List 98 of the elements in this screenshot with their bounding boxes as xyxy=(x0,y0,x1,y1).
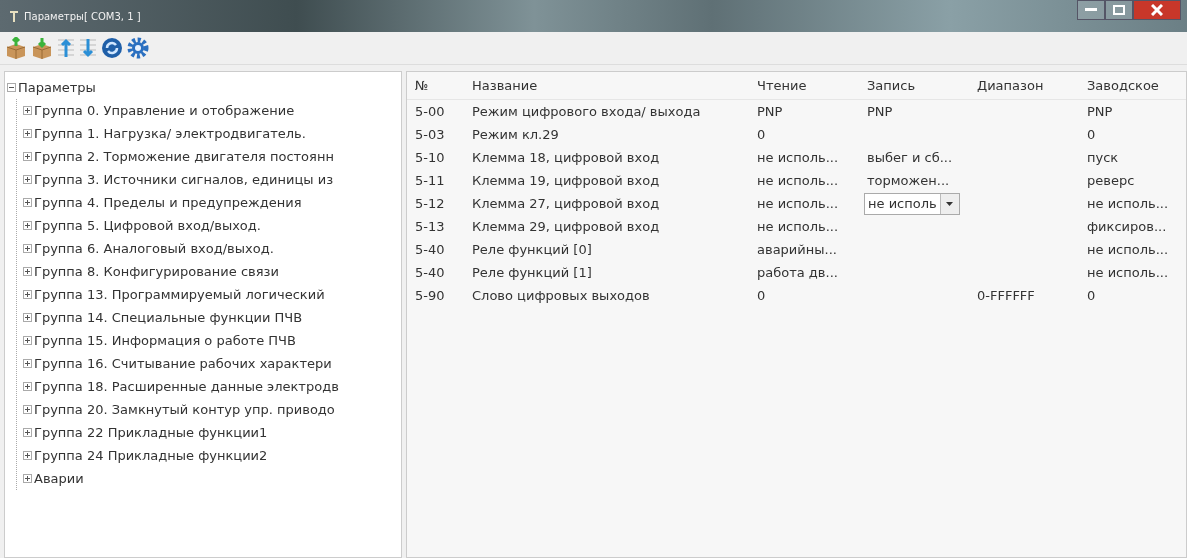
expand-icon[interactable] xyxy=(23,359,32,368)
expand-icon[interactable] xyxy=(23,382,32,391)
tree-item[interactable]: Группа 24 Прикладные функции2 xyxy=(34,448,268,463)
box-download-icon[interactable] xyxy=(30,36,54,60)
close-button[interactable] xyxy=(1133,0,1181,20)
collapse-icon[interactable] xyxy=(7,83,16,92)
tree-item[interactable]: Группа 18. Расширенные данные электродв xyxy=(34,379,339,394)
table-cell-text: 5-40 xyxy=(414,265,446,280)
table-cell-text: не исполь... xyxy=(1087,196,1170,211)
table-cell-text: не исполь... xyxy=(757,150,840,165)
column-header[interactable]: Заводское xyxy=(1087,78,1183,93)
settings-icon[interactable] xyxy=(126,36,150,60)
expand-icon[interactable] xyxy=(23,198,32,207)
expand-icon[interactable] xyxy=(23,221,32,230)
tree-item[interactable]: Группа 5. Цифровой вход/выход. xyxy=(34,218,261,233)
tree-item[interactable]: Группа 22 Прикладные функции1 xyxy=(34,425,268,440)
app-icon xyxy=(8,9,20,23)
tree-item[interactable]: Группа 16. Считывание рабочих характери xyxy=(34,356,332,371)
table-cell-text: 5-00 xyxy=(414,104,446,119)
table-cell-text: 0-FFFFFF xyxy=(977,288,1036,303)
expand-icon[interactable] xyxy=(23,405,32,414)
maximize-button[interactable] xyxy=(1105,0,1133,20)
column-header[interactable]: Чтение xyxy=(757,78,867,93)
caret-icon xyxy=(946,201,954,206)
table-cell-text: Клемма 18, цифровой вход xyxy=(472,150,661,165)
expand-icon[interactable] xyxy=(23,175,32,184)
table-cell-text: 0 xyxy=(1087,127,1097,142)
table-cell-text: PNP xyxy=(757,104,784,119)
expand-icon[interactable] xyxy=(23,313,32,322)
table-cell-text: 5-12 xyxy=(414,196,446,211)
expand-icon[interactable] xyxy=(23,451,32,460)
expand-icon[interactable] xyxy=(23,267,32,276)
table-cell-text: 0 xyxy=(1087,288,1097,303)
table-cell-text: Режим цифрового входа/ выхода xyxy=(472,104,702,119)
tree-item[interactable]: Группа 8. Конфигурирование связи xyxy=(34,264,279,279)
expand-icon[interactable] xyxy=(23,336,32,345)
table-cell-text: 5-03 xyxy=(414,127,446,142)
table-cell-text: торможен... xyxy=(867,173,951,188)
table-cell-text: Слово цифровых выходов xyxy=(472,288,651,303)
tree-item[interactable]: Группа 4. Пределы и предупреждения xyxy=(34,195,302,210)
table-cell-text: 5-10 xyxy=(414,150,446,165)
list-up-arrow-icon[interactable] xyxy=(56,36,76,60)
table-cell-text: не исполь... xyxy=(757,219,840,234)
table-cell-text: Реле функций [0] xyxy=(472,242,593,257)
table-cell-text: не исполь... xyxy=(757,173,840,188)
table-cell-text: Реле функций [1] xyxy=(472,265,593,280)
table-cell-text: не исполь... xyxy=(1087,242,1170,257)
column-header[interactable]: Название xyxy=(472,78,757,93)
tree-item[interactable]: Группа 13. Программируемый логический xyxy=(34,287,325,302)
table-cell-text: Клемма 27, цифровой вход xyxy=(472,196,661,211)
tree-item[interactable]: Аварии xyxy=(34,471,84,486)
expand-icon[interactable] xyxy=(23,129,32,138)
minimize-icon xyxy=(1085,8,1097,12)
column-header[interactable]: № xyxy=(407,78,472,93)
tree-item[interactable]: Параметры xyxy=(18,80,96,95)
table-cell-text: не исполь... xyxy=(1087,265,1170,280)
column-header[interactable]: Диапазон xyxy=(977,78,1087,93)
table-cell-text: реверс xyxy=(1087,173,1136,188)
maximize-icon xyxy=(1113,5,1125,15)
column-header[interactable]: Запись xyxy=(867,78,977,93)
tree-item[interactable]: Группа 1. Нагрузка/ электродвигатель. xyxy=(34,126,306,141)
refresh-icon[interactable] xyxy=(100,36,124,60)
tree-item[interactable]: Группа 2. Торможение двигателя постоянн xyxy=(34,149,334,164)
table-cell-text: 0 xyxy=(757,127,767,142)
tree-item[interactable]: Группа 15. Информация о работе ПЧВ xyxy=(34,333,296,348)
tree-item[interactable]: Группа 3. Источники сигналов, единицы из xyxy=(34,172,334,187)
table-cell-text: Клемма 29, цифровой вход xyxy=(472,219,661,234)
close-icon xyxy=(1151,4,1163,16)
table-cell-text: 5-90 xyxy=(414,288,446,303)
table-cell-text: 5-40 xyxy=(414,242,446,257)
box-upload-icon[interactable] xyxy=(4,36,28,60)
table-cell-text: аварийны... xyxy=(757,242,838,257)
minimize-button[interactable] xyxy=(1077,0,1105,20)
table-cell-text: 5-13 xyxy=(414,219,446,234)
table-cell-text: PNP xyxy=(867,104,894,119)
tree-item[interactable]: Группа 0. Управление и отображение xyxy=(34,103,295,118)
expand-icon[interactable] xyxy=(23,290,32,299)
table-cell-text: выбег и сб... xyxy=(867,150,954,165)
table-cell-text: 5-11 xyxy=(414,173,446,188)
table-cell-text: Режим кл.29 xyxy=(472,127,560,142)
table-cell-text: работа дв... xyxy=(757,265,839,280)
tree-item[interactable]: Группа 6. Аналоговый вход/выход. xyxy=(34,241,274,256)
tree-item[interactable]: Группа 14. Специальные функции ПЧВ xyxy=(34,310,303,325)
table-cell-text: Клемма 19, цифровой вход xyxy=(472,173,661,188)
table-cell-text: не исполь... xyxy=(757,196,840,211)
table-cell-text: пуск xyxy=(1087,150,1120,165)
table-cell-text: PNP xyxy=(1087,104,1114,119)
tree-item[interactable]: Группа 20. Замкнутый контур упр. приводо xyxy=(34,402,335,417)
table-cell-text: фиксиров... xyxy=(1087,219,1168,234)
expand-icon[interactable] xyxy=(23,106,32,115)
list-down-arrow-icon[interactable] xyxy=(78,36,98,60)
expand-icon[interactable] xyxy=(23,244,32,253)
expand-icon[interactable] xyxy=(23,474,32,483)
table-cell-text: 0 xyxy=(757,288,767,303)
window-title: Параметры[ COM3, 1 ] xyxy=(24,10,141,22)
expand-icon[interactable] xyxy=(23,152,32,161)
expand-icon[interactable] xyxy=(23,428,32,437)
value-dropdown[interactable]: не исполь xyxy=(864,192,960,215)
